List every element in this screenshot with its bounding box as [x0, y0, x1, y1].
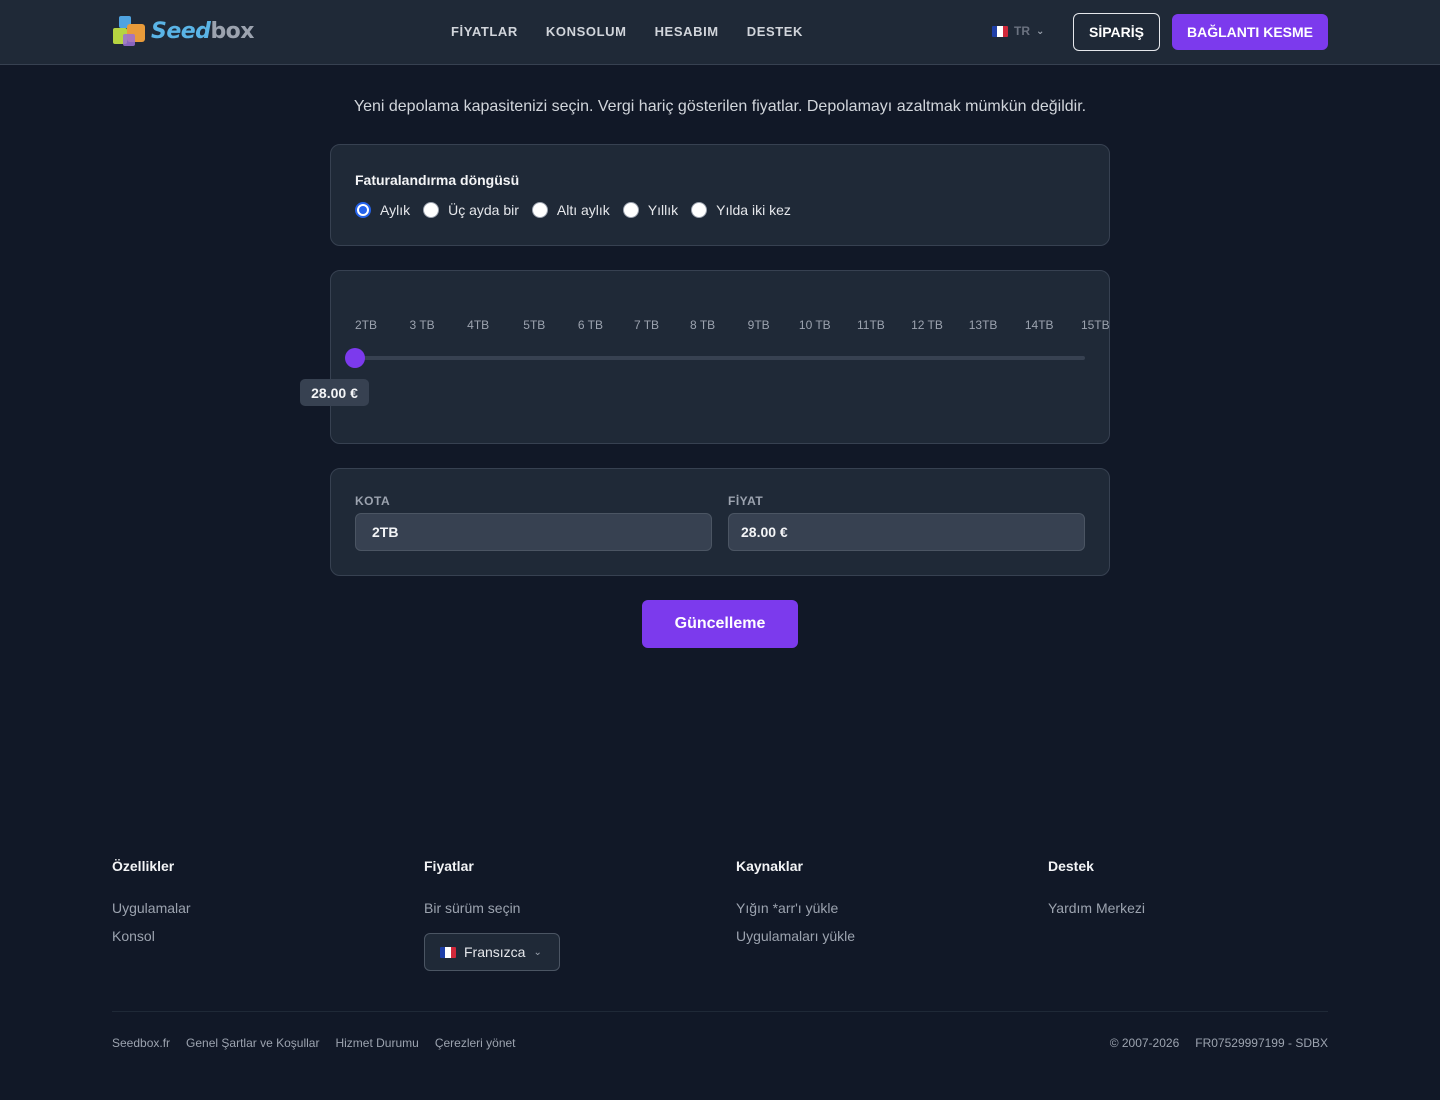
billing-cycle-title: Faturalandırma döngüsü	[355, 172, 520, 188]
storage-slider-card: 2TB 3 TB 4TB 5TB 6 TB 7 TB 8 TB 9TB 10 TB 11TB 12 …	[300, 270, 1110, 444]
footer-support: Destek Yardım Merkezi	[1048, 858, 1145, 922]
logo-text: Seedbox	[151, 18, 254, 44]
nav-console[interactable]: KONSOLUM	[546, 24, 627, 39]
seedbox-logo[interactable]: Seedbox	[113, 14, 254, 48]
footer-link-install-arr[interactable]: Yığın *arr'ı yükle	[736, 894, 855, 922]
nav-pricing[interactable]: FİYATLAR	[451, 24, 518, 39]
seedbox-logo-icon	[113, 14, 147, 48]
chevron-down-icon: ⌄	[1036, 25, 1045, 37]
footer-link-choose-version[interactable]: Bir sürüm seçin	[424, 894, 520, 922]
footer-link-terms[interactable]: Genel Şartlar ve Koşullar	[186, 1036, 319, 1050]
storage-slider-thumb[interactable]	[345, 348, 365, 368]
footer-resources-title: Kaynaklar	[736, 858, 803, 874]
footer-divider	[112, 1011, 1328, 1012]
billing-cycle-options: Aylık Üç ayda bir Altı aylık Yıllık Yıld…	[355, 202, 804, 218]
slider-tick-label: 11TB	[856, 318, 885, 332]
billing-cycle-card: Faturalandırma döngüsü Aylık Üç ayda bir…	[330, 144, 1110, 246]
slider-tick-label: 5TB	[523, 318, 546, 332]
french-flag-icon	[440, 946, 456, 958]
nav-account[interactable]: HESABIM	[655, 24, 719, 39]
slider-tick-label: 3 TB	[409, 318, 435, 332]
logout-button[interactable]: BAĞLANTI KESME	[1172, 14, 1328, 50]
main-nav: FİYATLAR KONSOLUM HESABIM DESTEK	[451, 24, 803, 39]
slider-tick-label: 2TB	[354, 318, 378, 332]
footer-link-console[interactable]: Konsol	[112, 922, 191, 950]
quota-price-card: KOTA 2TB FİYAT 28.00 €	[330, 468, 1110, 576]
footer-support-title: Destek	[1048, 858, 1094, 874]
slider-tick-label: 8 TB	[690, 318, 716, 332]
storage-slider-track[interactable]	[355, 356, 1085, 360]
footer-bottom-links: Seedbox.fr Genel Şartlar ve Koşullar Hiz…	[112, 1036, 516, 1050]
order-button[interactable]: SİPARİŞ	[1073, 13, 1160, 51]
slider-tick-label: 6 TB	[577, 318, 603, 332]
billing-option-yearly[interactable]: Yıllık	[622, 202, 678, 218]
intro-text: Yeni depolama kapasitenizi seçin. Vergi …	[353, 98, 1087, 115]
footer-pricing: Fiyatlar Bir sürüm seçin	[424, 858, 520, 922]
price-tooltip: 28.00 €	[300, 379, 369, 406]
french-flag-icon	[992, 25, 1008, 37]
footer-legal: © 2007-2026 FR07529997199 - SDBX	[1110, 1036, 1328, 1050]
footer-language-value: Fransızca	[464, 944, 526, 960]
slider-tick-label: 13TB	[968, 318, 998, 332]
radio-unchecked-icon[interactable]	[531, 202, 548, 218]
footer-resources: Kaynaklar Yığın *arr'ı yükle Uygulamalar…	[736, 858, 855, 950]
footer-link-help-center[interactable]: Yardım Merkezi	[1048, 894, 1145, 922]
slider-tick-label: 4TB	[467, 318, 490, 332]
footer-language-select[interactable]: Fransızca ⌄	[424, 933, 560, 971]
billing-option-quarterly[interactable]: Üç ayda bir	[423, 202, 519, 218]
footer-pricing-title: Fiyatlar	[424, 858, 474, 874]
radio-unchecked-icon[interactable]	[423, 202, 440, 218]
slider-tick-label: 15TB	[1080, 318, 1110, 332]
update-button[interactable]: Güncelleme	[642, 600, 798, 648]
language-code: TR	[1014, 24, 1030, 38]
footer-features: Özellikler Uygulamalar Konsol	[112, 858, 191, 950]
quota-label: KOTA	[355, 494, 391, 508]
price-label: FİYAT	[728, 494, 764, 508]
footer-link-apps[interactable]: Uygulamalar	[112, 894, 191, 922]
billing-option-monthly[interactable]: Aylık	[355, 202, 410, 218]
slider-tick-label: 7 TB	[633, 318, 660, 332]
price-field: 28.00 €	[728, 513, 1085, 551]
footer-link-install-apps[interactable]: Uygulamaları yükle	[736, 922, 855, 950]
top-header: Seedbox FİYATLAR KONSOLUM HESABIM DESTEK…	[0, 0, 1440, 65]
radio-checked-icon[interactable]	[355, 202, 371, 218]
language-switcher[interactable]: TR ⌄	[992, 24, 1044, 38]
company-id: FR07529997199 - SDBX	[1195, 1036, 1328, 1050]
footer-link-status[interactable]: Hizmet Durumu	[335, 1036, 418, 1050]
radio-unchecked-icon[interactable]	[691, 202, 708, 218]
slider-tick-label: 14TB	[1024, 318, 1054, 332]
nav-support[interactable]: DESTEK	[747, 24, 803, 39]
footer-link-home[interactable]: Seedbox.fr	[112, 1036, 170, 1050]
radio-unchecked-icon[interactable]	[622, 202, 639, 218]
footer-features-title: Özellikler	[112, 858, 175, 874]
footer-link-cookies[interactable]: Çerezleri yönet	[435, 1036, 516, 1050]
slider-tick-label: 12 TB	[911, 318, 943, 332]
chevron-down-icon: ⌄	[533, 946, 542, 958]
quota-field: 2TB	[355, 513, 712, 551]
slider-tick-label: 9TB	[747, 318, 770, 332]
copyright: © 2007-2026	[1109, 1036, 1180, 1050]
billing-option-semiannual[interactable]: Altı aylık	[531, 202, 610, 218]
billing-option-biannual[interactable]: Yılda iki kez	[691, 202, 791, 218]
slider-tick-label: 10 TB	[798, 318, 831, 332]
